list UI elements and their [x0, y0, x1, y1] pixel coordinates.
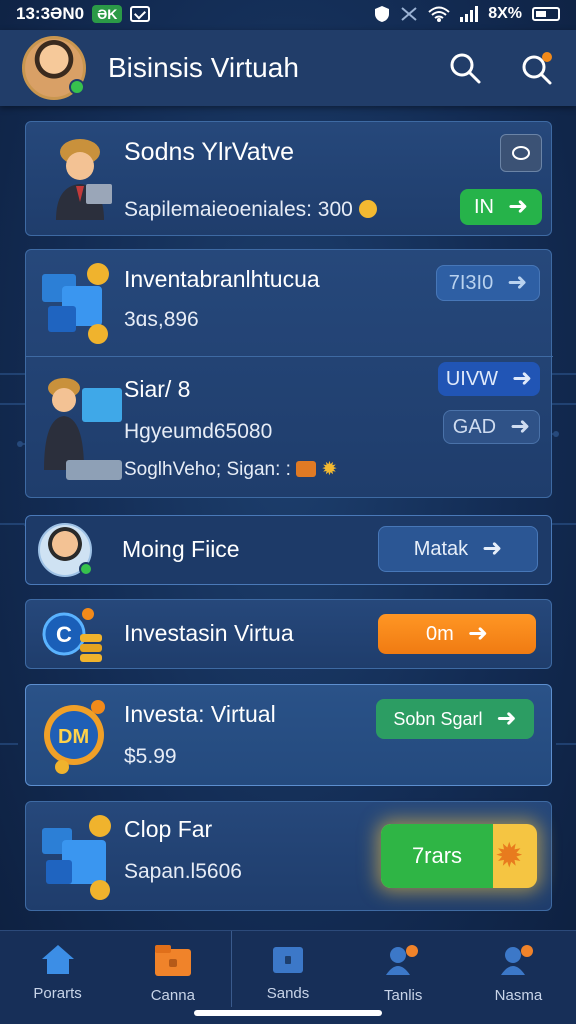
home-icon [41, 945, 74, 974]
gear-icon: ✹ [321, 459, 338, 480]
server-coins-icon [42, 263, 109, 344]
in-button[interactable]: IN ➜ [460, 189, 542, 225]
button-label: 0m [426, 622, 454, 645]
circle-icon [512, 146, 530, 160]
card-moving-file[interactable]: Moing Fiice Matak ➜ [25, 515, 552, 585]
vibrate-icon [401, 7, 417, 21]
nav-label: Tanlis [384, 987, 423, 1004]
wifi-icon [428, 6, 450, 22]
card-title: Inventabranlhtucua [124, 266, 320, 292]
server-coins-icon [42, 815, 111, 900]
nav-item-porarts[interactable]: Porarts [0, 931, 115, 1024]
status-bar: 13:3ƏN0 ƏK 8X% [0, 0, 576, 28]
dm-coin-icon: DM [44, 700, 105, 774]
card-clop-far[interactable]: Clop Far Sapan.l5606 7rars ✹ [25, 801, 552, 911]
status-time: 13:3ƏN0 [16, 4, 85, 23]
card-subtitle: 3ɑs,896 [124, 308, 199, 331]
svg-text:DM: DM [58, 726, 89, 748]
online-status-icon [79, 562, 93, 576]
nav-label: Nasma [494, 987, 543, 1004]
online-status-icon [69, 79, 85, 95]
card-group-investments: Inventabranlhtucua 3ɑs,896 7I3I0 ➜ Siar/… [25, 249, 553, 498]
card-subtitle-secondary: SoglhVeho; Sigan: : ✹ [124, 458, 337, 481]
people-icon [386, 945, 419, 975]
card-title: Sodns YlrVatve [124, 138, 295, 166]
arrow-right-icon: ➜ [510, 413, 531, 440]
arrow-right-icon: ➜ [496, 705, 517, 732]
matak-button[interactable]: Matak ➜ [378, 526, 538, 572]
page-title: Bisinsis Virtuah [108, 52, 299, 83]
businessman-laptop-icon [56, 139, 112, 220]
card-title: Investa: Virtual [124, 701, 276, 727]
message-icon [130, 6, 151, 22]
signal-icon [460, 6, 479, 22]
arrow-right-icon: ➜ [467, 620, 488, 647]
status-pill: ƏK [92, 5, 123, 23]
chest-icon [296, 461, 317, 477]
gad-button[interactable]: GAD ➜ [443, 410, 540, 444]
card-title: Investasin Virtua [124, 620, 294, 646]
divider [231, 931, 232, 1007]
card-virtual-investment-2[interactable]: DM Investa: Virtual $5.99 Sobn Sgarl ➜ [25, 684, 552, 786]
arrow-right-icon: ➜ [507, 269, 528, 296]
avatar[interactable] [22, 36, 86, 100]
button-label: Sobn Sgarl [393, 708, 483, 729]
shield-icon [375, 6, 390, 22]
search-icon[interactable] [448, 51, 482, 85]
arrow-right-icon: ➜ [507, 193, 529, 220]
card-subtitle: Sapan.l5606 [124, 860, 242, 883]
card-virtual-business[interactable]: Sodns YlrVatve Sapilemaieoeniales: 300 I… [25, 121, 552, 236]
wallet-icon [273, 947, 303, 973]
button-label: IN [473, 195, 494, 218]
businessman-screen-icon [44, 378, 122, 480]
nav-item-nasma[interactable]: Nasma [461, 931, 576, 1024]
card-title: Clop Far [124, 816, 213, 842]
view-button[interactable]: UIVW ➜ [438, 362, 540, 396]
card-subtitle: Sapilemaieoeniales: 300 [124, 198, 377, 222]
folder-icon [154, 945, 191, 976]
button-label: GAD [452, 415, 497, 438]
coin-icon [358, 200, 377, 218]
arrow-right-icon: ➜ [512, 365, 533, 392]
card-subtitle-text: Sapilemaieoeniales: 300 [124, 198, 353, 221]
app-header: Bisinsis Virtuah [0, 30, 576, 106]
item-button[interactable]: 7I3I0 ➜ [436, 265, 540, 301]
home-indicator[interactable] [194, 1010, 382, 1016]
avatar [38, 523, 93, 577]
om-button[interactable]: 0m ➜ [378, 614, 536, 654]
card-subtitle: $5.99 [124, 745, 177, 768]
nav-label: Sands [266, 985, 310, 1002]
button-label: UIVW [445, 367, 499, 390]
card-title: Moing Fiice [122, 536, 240, 562]
card-subtitle: Hgyeumd65080 [124, 420, 273, 443]
card-virtual-investment[interactable]: C Investasin Virtua 0m ➜ [25, 599, 552, 669]
nav-label: Canna [150, 987, 195, 1004]
sobn-sgarl-button[interactable]: Sobn Sgarl ➜ [376, 699, 534, 739]
coin-stack-icon: C [42, 608, 102, 662]
battery-text: 8X% [488, 5, 522, 22]
people-icon [501, 945, 534, 975]
svg-text:C: C [56, 622, 72, 647]
button-label: Matak [413, 537, 469, 560]
options-button[interactable] [500, 134, 542, 172]
card-title: Siar/ 8 [124, 376, 191, 402]
button-label: 7rars [381, 824, 493, 888]
gear-icon: ✹ [495, 837, 524, 875]
battery-icon [532, 7, 560, 21]
nav-label: Porarts [33, 985, 82, 1002]
arrow-right-icon: ➜ [482, 535, 503, 562]
trars-button[interactable]: 7rars ✹ [381, 824, 537, 888]
divider [26, 356, 553, 357]
notification-search-icon[interactable] [520, 51, 554, 85]
card-subtitle-text: SoglhVeho; Sigan: : [124, 459, 291, 480]
button-label: 7I3I0 [448, 271, 494, 294]
